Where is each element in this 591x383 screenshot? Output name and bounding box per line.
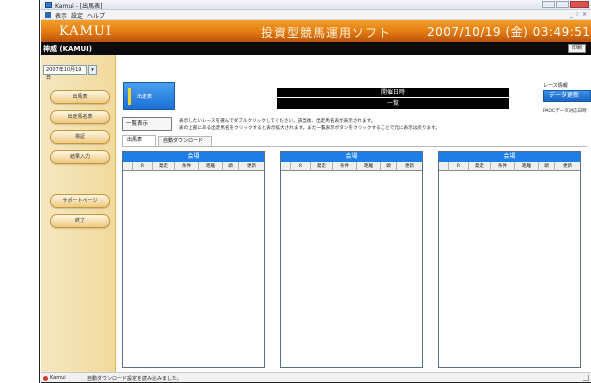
title-bar[interactable]: Kamui - [出馬表] (41, 0, 591, 10)
main-panel: 出走表 開催日時 一覧 一覧表示 表示したいレースを選んでダブルクリックしてくだ… (117, 55, 591, 372)
grid-col-distance: 距離 (515, 162, 539, 171)
status-bar: Kamui 自動ダウンロード設定を読み込みました。 (41, 372, 591, 382)
race-card-button[interactable]: 出走表 (123, 82, 175, 110)
status-icon (43, 376, 48, 381)
grid-col-heads: 頭 (381, 162, 397, 171)
race-card-bar (128, 88, 131, 105)
venue-header: 会場 (281, 152, 422, 162)
current-datetime: 2007/10/19 (金) 03:49:51 (427, 25, 591, 39)
schedule-header: 開催日時 (277, 88, 509, 97)
grid-col-race: R (291, 162, 311, 171)
header-banner: KAMUI 投資型競馬運用ソフト 2007/10/19 (金) 03:49:51 (41, 20, 591, 42)
nav-result-input-button[interactable]: 結果入力 (50, 150, 110, 164)
grid-col-marker (123, 162, 133, 171)
grid-col-race: R (449, 162, 469, 171)
venue-header: 会場 (439, 152, 580, 162)
course-row: 神威 (KAMUI) 印刷 (41, 42, 591, 55)
outer-left-margin (0, 0, 40, 383)
grid-col-condition: 条件 (333, 162, 357, 171)
grid-col-distance: 距離 (199, 162, 223, 171)
mdi-controls[interactable]: _ ♢ × (570, 11, 587, 18)
grid-col-race: R (133, 162, 153, 171)
screenshot-frame: Kamui - [出馬表] 表示 設定 ヘルプ _ ♢ × KAMUI 投資型競… (0, 0, 591, 383)
nav-horse-list-button[interactable]: 出走馬名表 (50, 110, 110, 124)
menu-app-icon (45, 12, 51, 18)
grid-column-headers: R 発走 条件 距離 頭 更新 (123, 162, 264, 171)
venue-grid-2[interactable]: 会場 R 発走 条件 距離 頭 更新 (280, 151, 423, 368)
app-icon (45, 2, 52, 8)
tab-auto-download[interactable]: 自動ダウンロード (158, 136, 212, 146)
maximize-icon[interactable] (556, 1, 569, 8)
print-button[interactable]: 印刷 (568, 44, 586, 53)
menu-view[interactable]: 表示 (55, 11, 67, 20)
instruction-line-1: 表示したいレースを選んでダブルクリックしてください。該当後、出走馬名表が表示され… (179, 119, 376, 124)
tab-divider (122, 146, 587, 147)
grid-col-update: 更新 (405, 164, 414, 169)
list-view-button[interactable]: 一覧表示 (122, 117, 172, 131)
venue-grid-1[interactable]: 会場 R 発走 条件 距離 頭 更新 (122, 151, 265, 368)
grid-col-start: 発走 (153, 162, 175, 171)
schedule-subheader: 一覧 (277, 98, 509, 109)
menu-settings[interactable]: 設定 (71, 11, 83, 20)
date-select[interactable]: 2007年10月19日 (43, 65, 87, 81)
chevron-down-icon[interactable]: ▾ (88, 65, 97, 75)
menu-help[interactable]: ヘルプ (87, 11, 105, 20)
grid-col-start: 発走 (469, 162, 491, 171)
app-logo: KAMUI (59, 24, 112, 39)
app-window: Kamui - [出馬表] 表示 設定 ヘルプ _ ♢ × KAMUI 投資型競… (41, 0, 591, 383)
app-title: 投資型競馬運用ソフト (261, 26, 392, 40)
resize-grip-icon[interactable] (583, 375, 589, 381)
instruction-line-2: 表の上部にある出走馬名をクリックすると表示拡大されます。また一覧表示ボタンをクリ… (179, 126, 440, 131)
data-date-label: PAOCデータ対応日時 (543, 109, 587, 114)
grid-col-marker (439, 162, 449, 171)
race-info-panel: レース情報 データ更新 PAOCデータ対応日時 (543, 82, 591, 124)
window-title: Kamui - [出馬表] (55, 3, 103, 10)
nav-support-page-button[interactable]: サポートページ (50, 194, 110, 208)
menu-bar: 表示 設定 ヘルプ _ ♢ × (41, 10, 591, 20)
grid-col-marker (281, 162, 291, 171)
race-card-label: 出走表 (137, 94, 153, 100)
course-label: 神威 (KAMUI) (43, 45, 92, 53)
nav-race-card-button[interactable]: 出馬表 (50, 90, 110, 104)
status-app-name: Kamui (50, 375, 66, 381)
minimize-icon[interactable] (542, 1, 555, 8)
grid-col-heads: 頭 (539, 162, 555, 171)
tab-race-card[interactable]: 出馬表 (122, 135, 156, 146)
status-message: 自動ダウンロード設定を読み込みました。 (87, 376, 183, 382)
grid-col-update: 更新 (247, 164, 256, 169)
grid-col-distance: 距離 (357, 162, 381, 171)
grid-column-headers: R 発走 条件 距離 頭 更新 (281, 162, 422, 171)
sidebar: 2007年10月19日 ▾ 出馬表 出走馬名表 検証 結果入力 サポートページ … (41, 55, 116, 372)
grid-col-start: 発走 (311, 162, 333, 171)
grid-col-update: 更新 (563, 164, 572, 169)
grid-col-condition: 条件 (491, 162, 515, 171)
nav-verify-button[interactable]: 検証 (50, 130, 110, 144)
data-update-button[interactable]: データ更新 (543, 90, 591, 102)
close-icon[interactable] (570, 1, 589, 8)
grid-col-heads: 頭 (223, 162, 239, 171)
nav-exit-button[interactable]: 終了 (50, 214, 110, 228)
data-update-label: データ更新 (549, 92, 580, 99)
grid-col-condition: 条件 (175, 162, 199, 171)
grid-column-headers: R 発走 条件 距離 頭 更新 (439, 162, 580, 171)
race-info-title: レース情報 (543, 83, 568, 89)
tab-strip: 出馬表 自動ダウンロード (122, 135, 582, 146)
venue-grid-3[interactable]: 会場 R 発走 条件 距離 頭 更新 (438, 151, 581, 368)
venue-header: 会場 (123, 152, 264, 162)
